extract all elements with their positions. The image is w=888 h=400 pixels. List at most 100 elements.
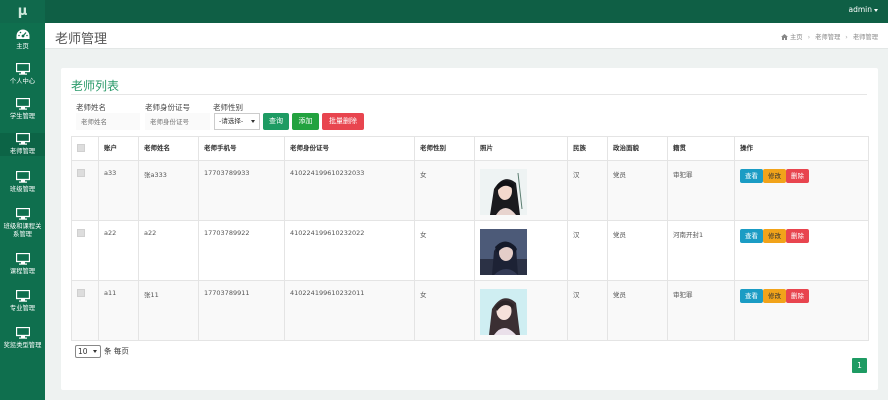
- table-row: a11 张11 17703789911 410224199610232011 女…: [71, 280, 869, 341]
- view-button[interactable]: 查看: [740, 289, 763, 303]
- user-menu[interactable]: admin: [849, 0, 878, 20]
- origin-cell: 审犯罪: [667, 160, 735, 221]
- sidebar-item-home[interactable]: 主页: [0, 29, 45, 51]
- teacher-photo[interactable]: [480, 229, 527, 275]
- edit-button[interactable]: 修改: [763, 289, 786, 303]
- table-header-row: 账户 老师姓名 老师手机号 老师身份证号 老师性别 照片 民族 政治面貌 籍贯 …: [71, 136, 869, 161]
- delete-button[interactable]: 删除: [786, 229, 809, 243]
- column-header: 籍贯: [667, 136, 735, 161]
- page-size-suffix: 条 每页: [104, 346, 129, 356]
- monitor-icon: [15, 208, 30, 220]
- select-cell: [71, 280, 99, 341]
- breadcrumb: 主页 › 老师管理 › 老师管理: [780, 32, 878, 41]
- politics-cell: 党员: [607, 160, 668, 221]
- table-row: a22 a22 17703789922 410224199610232022 女…: [71, 220, 869, 281]
- edit-button[interactable]: 修改: [763, 169, 786, 183]
- nation-cell: 汉: [567, 220, 608, 281]
- actions-cell: 查看 修改 删除: [734, 280, 869, 341]
- name-filter-input[interactable]: [76, 113, 140, 130]
- delete-button[interactable]: 删除: [786, 169, 809, 183]
- chevron-down-icon: [93, 350, 97, 353]
- breadcrumb-item[interactable]: 老师管理: [815, 34, 840, 41]
- sidebar-item-label: 班级管理: [9, 186, 36, 193]
- sidebar-item-label: 主页: [16, 43, 29, 50]
- gender-cell: 女: [414, 220, 475, 281]
- row-checkbox[interactable]: [77, 229, 85, 237]
- sidebar-item-classes[interactable]: 班级管理: [0, 171, 45, 194]
- origin-cell: 审犯罪: [667, 280, 735, 341]
- gender-filter-label: 老师性别: [213, 103, 243, 112]
- account-cell: a33: [98, 160, 139, 221]
- teacher-photo[interactable]: [480, 289, 527, 335]
- column-header: 民族: [567, 136, 608, 161]
- chevron-down-icon: [251, 120, 255, 123]
- table-row: a33 张a333 17703789933 410224199610232033…: [71, 160, 869, 221]
- actions-cell: 查看 修改 删除: [734, 220, 869, 281]
- sidebar-item-reward-types[interactable]: 奖惩类型管理: [0, 327, 45, 350]
- account-cell: a11: [98, 280, 139, 341]
- name-cell: 张a333: [138, 160, 199, 221]
- gender-select[interactable]: -请选择-: [214, 113, 260, 130]
- teacher-photo[interactable]: [480, 169, 527, 215]
- divider: [71, 94, 867, 95]
- page-size-control: 10 条 每页: [75, 345, 129, 358]
- column-header: 操作: [734, 136, 869, 161]
- dashboard-icon: [16, 29, 29, 39]
- batch-delete-button[interactable]: 批量删除: [322, 113, 364, 130]
- query-button[interactable]: 查询: [263, 113, 289, 130]
- photo-cell: [474, 280, 568, 341]
- teacher-table: 账户 老师姓名 老师手机号 老师身份证号 老师性别 照片 民族 政治面貌 籍贯 …: [71, 136, 869, 341]
- select-all-checkbox[interactable]: [77, 143, 85, 152]
- row-checkbox[interactable]: [77, 289, 85, 297]
- nation-cell: 汉: [567, 280, 608, 341]
- sidebar-item-label: 个人中心: [9, 78, 36, 85]
- gender-cell: 女: [414, 160, 475, 221]
- idcard-filter-label: 老师身份证号: [145, 103, 190, 112]
- column-header: 老师姓名: [138, 136, 199, 161]
- sidebar-item-personal-center[interactable]: 个人中心: [0, 63, 45, 86]
- name-cell: a22: [138, 220, 199, 281]
- politics-cell: 党员: [607, 220, 668, 281]
- gender-select-value: -请选择-: [219, 117, 244, 125]
- monitor-icon: [15, 327, 30, 339]
- actions-cell: 查看 修改 删除: [734, 160, 869, 221]
- select-cell: [71, 160, 99, 221]
- select-all-cell: [71, 136, 99, 161]
- delete-button[interactable]: 删除: [786, 289, 809, 303]
- row-checkbox[interactable]: [77, 169, 85, 177]
- monitor-icon: [15, 98, 30, 110]
- sidebar-item-label: 课程管理: [9, 268, 36, 275]
- idcard-cell: 410224199610232011: [284, 280, 415, 341]
- sidebar-item-teachers[interactable]: 老师管理: [0, 133, 45, 156]
- account-cell: a22: [98, 220, 139, 281]
- sidebar-item-class-course[interactable]: 班级和课程关 系管理: [0, 208, 45, 239]
- sidebar-item-label: 老师管理: [9, 148, 36, 155]
- edit-button[interactable]: 修改: [763, 229, 786, 243]
- breadcrumb-home[interactable]: 主页: [790, 34, 803, 41]
- sidebar-item-label-line2: 系管理: [13, 231, 32, 238]
- idcard-filter-input[interactable]: [145, 113, 210, 130]
- column-header: 账户: [98, 136, 139, 161]
- add-button[interactable]: 添加: [292, 113, 319, 130]
- sidebar-item-label: 奖惩类型管理: [3, 342, 42, 349]
- column-header: 老师手机号: [198, 136, 285, 161]
- origin-cell: 河南开封1: [667, 220, 735, 281]
- top-bar: μ admin: [0, 0, 888, 23]
- photo-cell: [474, 160, 568, 221]
- sidebar-item-courses[interactable]: 课程管理: [0, 253, 45, 276]
- phone-cell: 17703789922: [198, 220, 285, 281]
- sidebar-item-students[interactable]: 学生管理: [0, 98, 45, 121]
- pagination-current-page[interactable]: 1: [852, 358, 867, 373]
- page-size-select[interactable]: 10: [75, 345, 101, 358]
- view-button[interactable]: 查看: [740, 229, 763, 243]
- nation-cell: 汉: [567, 160, 608, 221]
- app-logo[interactable]: μ: [0, 0, 45, 23]
- sidebar-item-label: 专业管理: [9, 305, 36, 312]
- phone-cell: 17703789933: [198, 160, 285, 221]
- breadcrumb-current: 老师管理: [852, 34, 878, 41]
- name-cell: 张11: [138, 280, 199, 341]
- sidebar-item-majors[interactable]: 专业管理: [0, 290, 45, 313]
- politics-cell: 党员: [607, 280, 668, 341]
- view-button[interactable]: 查看: [740, 169, 763, 183]
- page-header: 老师管理 主页 › 老师管理 › 老师管理: [45, 23, 888, 49]
